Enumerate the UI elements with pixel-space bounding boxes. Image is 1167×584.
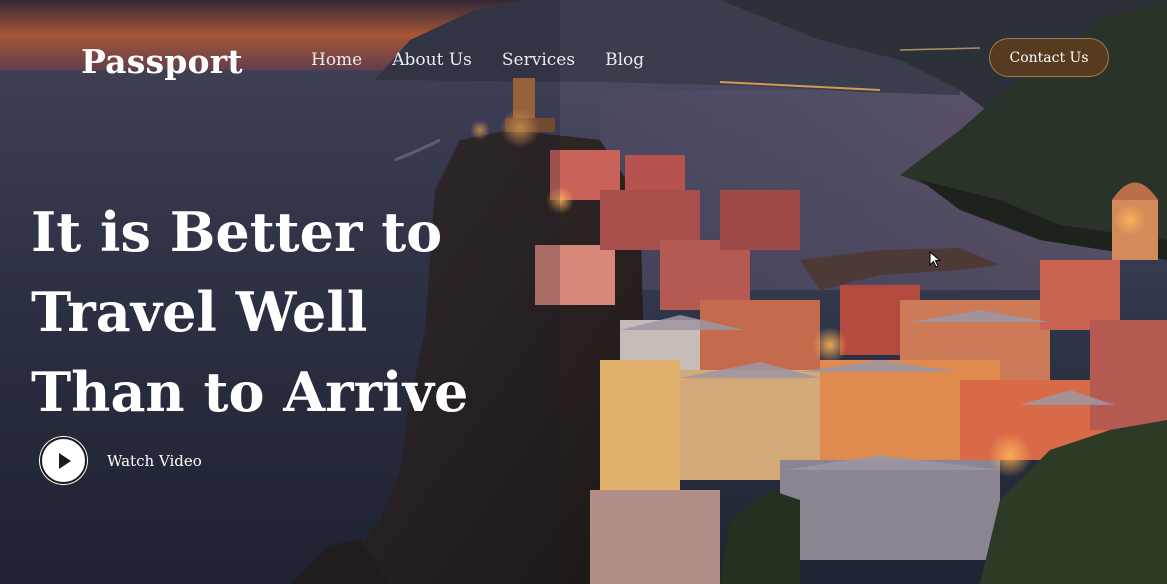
mouse-cursor-icon — [929, 251, 941, 268]
hero-headline-line: Travel Well — [31, 280, 368, 344]
nav-link-about-us[interactable]: About Us — [392, 50, 472, 70]
hero-headline-line: It is Better to — [31, 200, 443, 264]
nav-link-blog[interactable]: Blog — [605, 50, 644, 70]
main-navigation: Home About Us Services Blog — [311, 50, 644, 70]
play-icon — [58, 452, 71, 469]
brand-logo[interactable]: Passport — [81, 42, 243, 81]
nav-link-home[interactable]: Home — [311, 50, 362, 70]
hero-headline-line: Than to Arrive — [31, 360, 469, 424]
play-button[interactable] — [40, 437, 87, 484]
nav-link-services[interactable]: Services — [502, 50, 575, 70]
contact-us-button[interactable]: Contact Us — [989, 38, 1109, 77]
watch-video-button[interactable]: Watch Video — [40, 437, 202, 484]
hero-headline: It is Better to Travel Well Than to Arri… — [31, 192, 551, 432]
watch-video-label[interactable]: Watch Video — [107, 452, 202, 470]
